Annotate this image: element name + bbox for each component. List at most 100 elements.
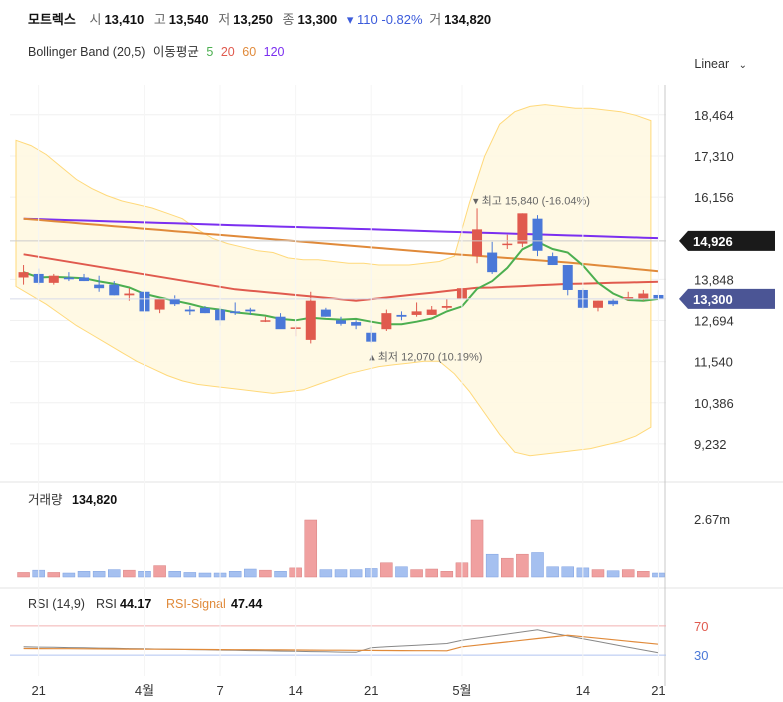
rsi-level-70: 70	[694, 619, 708, 634]
volume-bar	[546, 566, 559, 578]
date-label: 21	[651, 683, 665, 698]
volume-bar	[470, 519, 484, 578]
high-annotation: ▾ 최고 15,840 (-16.04%)	[473, 194, 590, 207]
candle-body	[109, 284, 120, 296]
rsi-label: RSI	[96, 597, 117, 611]
volume-bar	[259, 569, 272, 578]
candle-body	[426, 309, 437, 315]
volume-bar	[153, 565, 166, 578]
volume-bar	[274, 571, 287, 578]
volume-bar	[485, 553, 499, 578]
price-tick-label: 9,232	[694, 437, 727, 452]
candle-body	[230, 311, 241, 314]
volume-bar	[62, 572, 76, 578]
volume-tick-label: 2.67m	[694, 512, 730, 527]
candle-body	[592, 300, 603, 308]
volume-bar	[440, 571, 454, 578]
candle-body	[336, 320, 346, 324]
volume-bar	[395, 566, 408, 578]
candle-body	[608, 300, 619, 305]
candle-body	[94, 284, 105, 289]
volume-bar	[168, 571, 181, 578]
candle-body	[638, 293, 649, 299]
date-label: 5월	[452, 683, 471, 698]
volume-bar	[501, 557, 514, 578]
volume-bar	[17, 572, 30, 578]
candle-body	[124, 293, 135, 296]
date-label: 7	[216, 683, 223, 698]
rsi-level-30: 30	[694, 648, 708, 663]
rsi-signal-label: RSI-Signal	[166, 597, 226, 611]
volume-bar	[77, 571, 91, 578]
volume-bar	[228, 571, 242, 578]
volume-bar	[621, 569, 635, 578]
candle-body	[562, 265, 573, 290]
volume-panel-value: 134,820	[72, 493, 117, 507]
volume-bar	[425, 568, 438, 578]
low-annotation: ▴ 최저 12,070 (10.19%)	[369, 351, 482, 364]
chart-canvas[interactable]: 18,464 17,310 16,156 13,848 12,694 11,540 10,3…	[0, 0, 783, 702]
volume-bar	[380, 562, 393, 578]
candle-body	[305, 300, 316, 340]
volume-bar	[349, 569, 363, 578]
candle-body	[154, 298, 165, 310]
volume-bar	[198, 572, 212, 578]
volume-bar	[531, 552, 544, 578]
volume-bar	[410, 569, 423, 578]
candle-body	[275, 316, 286, 330]
candle-body	[199, 307, 210, 314]
price-tag-label: 14,926	[693, 234, 733, 249]
date-label: 21	[31, 683, 45, 698]
date-label: 4월	[135, 683, 154, 698]
price-tick-label: 17,310	[694, 149, 734, 164]
volume-bar	[108, 569, 121, 578]
price-tick-label: 11,540	[694, 355, 733, 370]
volume-bar	[244, 568, 257, 578]
date-label: 21	[364, 683, 378, 698]
candle-body	[411, 311, 422, 315]
price-tag-label: 13,300	[693, 292, 733, 307]
candle-body	[396, 314, 407, 317]
price-tick-label: 10,386	[694, 396, 734, 411]
rsi-signal-value: 47.44	[231, 597, 262, 611]
candle-body	[351, 322, 362, 326]
volume-bar	[92, 571, 106, 578]
price-tick-label: 12,694	[694, 313, 734, 328]
volume-bar	[183, 572, 197, 578]
volume-bar	[47, 572, 61, 578]
volume-bar	[606, 570, 620, 578]
candle-body	[532, 218, 543, 251]
volume-bar	[123, 569, 136, 578]
candle-body	[472, 229, 483, 257]
candle-body	[48, 275, 59, 283]
candle-body	[320, 309, 331, 317]
rsi-panel-title: RSI (14,9)	[28, 597, 85, 611]
candle-body	[260, 320, 271, 322]
candle-body	[63, 277, 74, 280]
volume-panel-title: 거래량	[28, 493, 63, 507]
price-tick-label: 13,848	[694, 272, 734, 287]
price-tick-label: 18,464	[694, 108, 734, 123]
candle-body	[517, 213, 528, 244]
volume-bar	[561, 566, 574, 578]
price-tick-label: 16,156	[694, 190, 734, 205]
candle-body	[245, 309, 256, 312]
candle-body	[547, 256, 558, 266]
candle-body	[79, 277, 90, 282]
candle-body	[441, 306, 452, 308]
volume-bar	[319, 569, 333, 578]
candle-body	[487, 252, 498, 273]
candle-body	[502, 243, 513, 246]
rsi-signal-line	[23, 634, 659, 652]
candle-body	[381, 313, 392, 330]
volume-bar	[591, 569, 605, 578]
candle-body	[169, 298, 180, 305]
date-label: 14	[576, 683, 590, 698]
rsi-value: 44.17	[120, 597, 151, 611]
volume-bar	[334, 569, 348, 578]
volume-bar	[516, 553, 529, 578]
volume-bar	[304, 519, 318, 578]
candle-body	[18, 272, 29, 278]
volume-bar	[637, 571, 650, 578]
date-label: 14	[288, 683, 302, 698]
